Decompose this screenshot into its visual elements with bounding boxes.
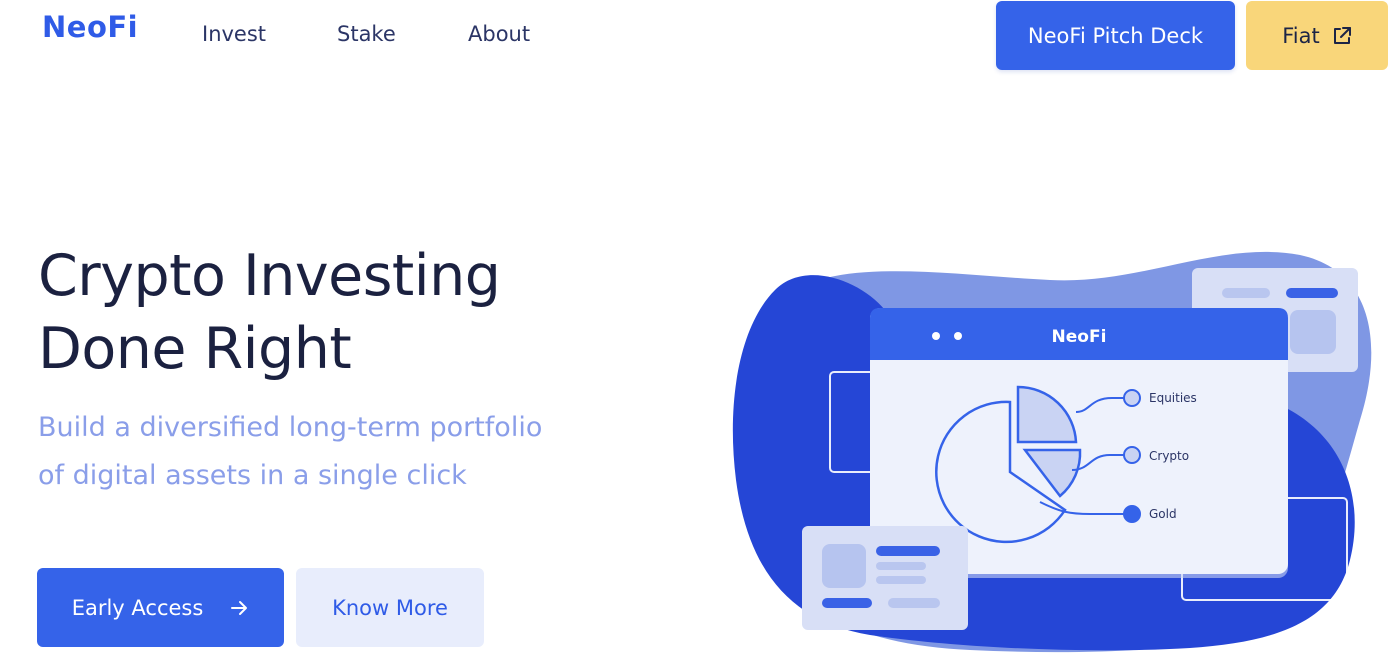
bottom-left-card-bar-4 <box>822 598 872 608</box>
site-header: NeoFi Invest Stake About NeoFi Pitch Dec… <box>0 0 1400 80</box>
bottom-left-card-bar-2 <box>876 562 926 570</box>
hero-subtitle: Build a diversified long-term portfolio … <box>38 404 542 500</box>
pitch-deck-button[interactable]: NeoFi Pitch Deck <box>996 1 1235 70</box>
crypto-legend-dot <box>1123 446 1141 464</box>
hero-title: Crypto Investing Done Right <box>38 240 501 386</box>
early-access-label: Early Access <box>71 595 204 620</box>
gold-legend-label: Gold <box>1149 507 1177 521</box>
hero-title-line-2: Done Right <box>38 316 352 382</box>
external-link-icon <box>1333 26 1351 44</box>
top-right-card-bar-2 <box>1286 288 1338 298</box>
portfolio-illustration: NeoFi Equities Crypto Gold <box>732 251 1372 653</box>
know-more-button[interactable]: Know More <box>296 568 484 647</box>
window-title: NeoFi <box>1052 327 1107 347</box>
pitch-deck-label: NeoFi Pitch Deck <box>1027 23 1204 48</box>
bottom-left-card-bar-1 <box>876 546 940 556</box>
hero-subtitle-line-2: of digital assets in a single click <box>38 460 467 491</box>
top-right-card-bar-1 <box>1222 288 1270 298</box>
hero-title-line-1: Crypto Investing <box>38 243 501 309</box>
nav-invest-link[interactable]: Invest <box>202 22 266 46</box>
know-more-label: Know More <box>332 595 448 620</box>
gold-legend-dot <box>1123 505 1141 523</box>
bottom-left-card-bar-3 <box>876 576 926 584</box>
hero-subtitle-line-1: Build a diversified long-term portfolio <box>38 412 543 443</box>
equities-legend-label: Equities <box>1149 391 1197 405</box>
fiat-button[interactable]: Fiat <box>1246 1 1388 70</box>
hero-illustration: NeoFi Equities Crypto Gold <box>720 230 1400 656</box>
top-right-card-square <box>1290 310 1336 354</box>
window-dot-2 <box>954 332 962 340</box>
equities-legend-dot <box>1123 389 1141 407</box>
neofi-logo[interactable]: NeoFi <box>42 10 138 44</box>
window-dot-1 <box>932 332 940 340</box>
arrow-right-icon <box>231 600 248 615</box>
bottom-left-card-square <box>822 544 866 588</box>
fiat-label: Fiat <box>1282 23 1320 48</box>
nav-stake-link[interactable]: Stake <box>337 22 396 46</box>
bottom-left-card-bar-5 <box>888 598 940 608</box>
crypto-legend-label: Crypto <box>1149 449 1189 463</box>
nav-about-link[interactable]: About <box>468 22 530 46</box>
early-access-button[interactable]: Early Access <box>37 568 284 647</box>
